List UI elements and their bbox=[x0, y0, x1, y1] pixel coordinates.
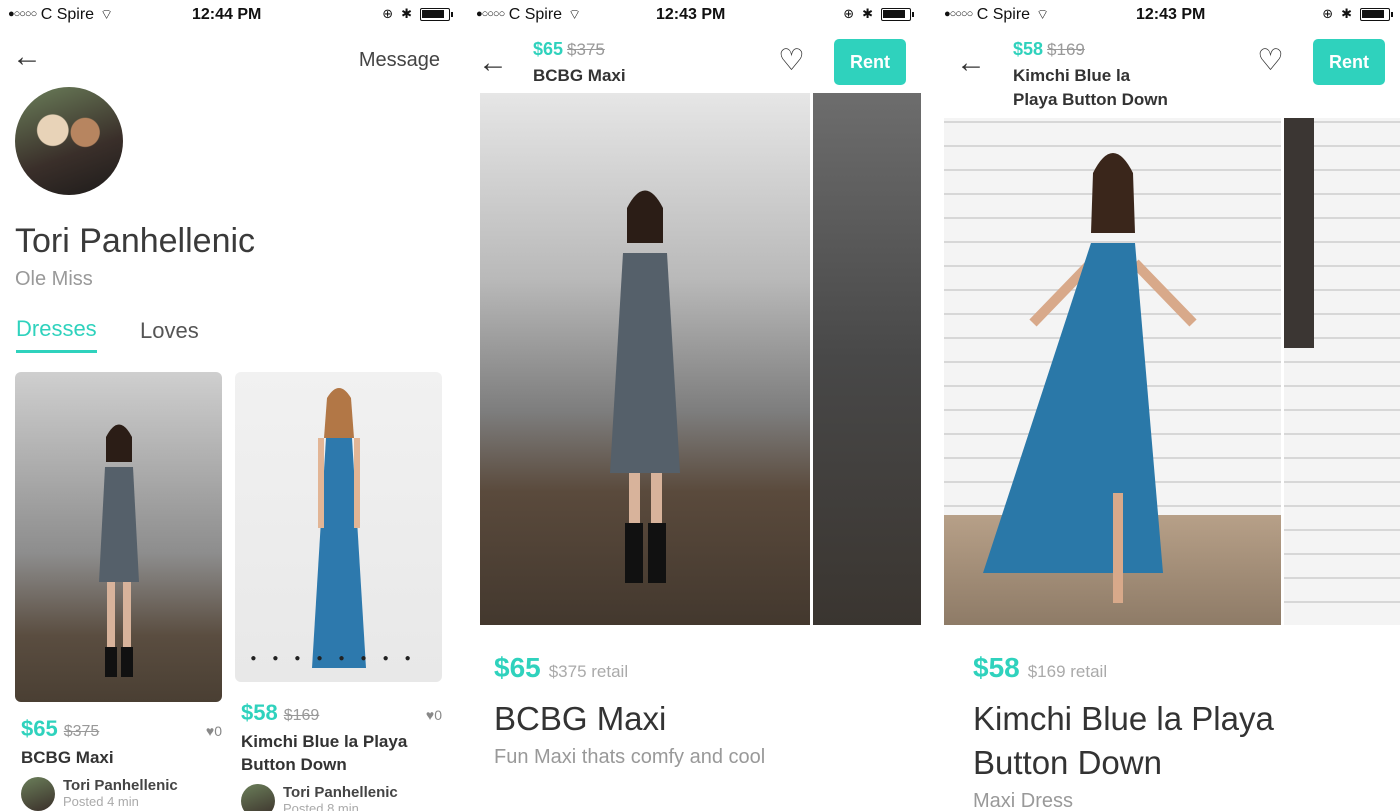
tab-dresses[interactable]: Dresses bbox=[16, 316, 97, 353]
card-title: Kimchi Blue la Playa Button Down bbox=[241, 732, 408, 774]
bluetooth-icon: ✱ bbox=[1341, 6, 1352, 21]
product-title: BCBG Maxi bbox=[494, 700, 667, 737]
back-arrow-icon[interactable]: ← bbox=[478, 48, 508, 78]
tab-loves[interactable]: Loves bbox=[140, 318, 199, 344]
card-price-now: $65 bbox=[21, 716, 58, 741]
card-price: $65 $375 ♥0 bbox=[15, 716, 222, 742]
product-photo[interactable] bbox=[480, 93, 810, 625]
rent-button[interactable]: Rent bbox=[834, 39, 906, 85]
avatar bbox=[241, 784, 275, 811]
profile-name: Tori Panhellenic bbox=[15, 222, 256, 260]
message-button[interactable]: Message bbox=[359, 49, 440, 72]
clock: 12:43 PM bbox=[1136, 6, 1206, 23]
signal-dots-icon: ●○○○○ bbox=[944, 8, 973, 20]
listing-photo[interactable]: ●●●●●●●● bbox=[235, 372, 442, 682]
avatar bbox=[21, 777, 55, 811]
product-title: Kimchi Blue la Playa Button Down bbox=[973, 700, 1274, 781]
product-screen: ●○○○○ C Spire ⌔ 12:43 PM ⊕ ✱ ← $58 $169 Kim… bbox=[936, 0, 1400, 811]
bluetooth-icon: ✱ bbox=[401, 6, 412, 21]
card-price-now: $58 bbox=[241, 700, 278, 725]
lock-rotation-icon: ⊕ bbox=[1322, 6, 1334, 21]
product-price: $65 $375 retail bbox=[494, 652, 629, 683]
product-screen: ●○○○○ C Spire ⌔ 12:43 PM ⊕ ✱ ← $65 $375 BCB… bbox=[468, 0, 921, 811]
owner-name: Tori Panhellenic bbox=[63, 777, 178, 794]
likes-count[interactable]: ♥0 bbox=[206, 723, 222, 739]
profile-screen: ●○○○○ C Spire ⌔ 12:44 PM ⊕ ✱ ← Message Tor… bbox=[0, 0, 460, 811]
next-photo-peek[interactable] bbox=[813, 93, 921, 625]
product-category: Maxi Dress bbox=[973, 790, 1074, 811]
wifi-icon: ⌔ bbox=[100, 6, 114, 22]
model-figure bbox=[311, 388, 366, 668]
profile-school: Ole Miss bbox=[15, 268, 93, 290]
carrier: ●○○○○ C Spire ⌔ bbox=[8, 6, 114, 23]
status-right: ⊕ ✱ bbox=[382, 6, 453, 22]
bluetooth-icon: ✱ bbox=[862, 6, 873, 21]
listing-card[interactable]: $65 $375 ♥0 BCBG Maxi Tori Panhellenic P… bbox=[15, 372, 222, 811]
signal-dots-icon: ●○○○○ bbox=[8, 8, 37, 20]
model-figure bbox=[610, 190, 680, 583]
card-owner: Tori Panhellenic Posted 8 min bbox=[235, 784, 442, 811]
back-arrow-icon[interactable]: ← bbox=[956, 48, 986, 78]
next-photo-peek[interactable] bbox=[1284, 118, 1400, 625]
header-price: $65 $375 bbox=[533, 39, 605, 59]
heart-icon[interactable]: ♡ bbox=[778, 46, 805, 76]
listing-photo[interactable] bbox=[15, 372, 222, 702]
model-figure bbox=[98, 424, 139, 677]
back-arrow-icon[interactable]: ← bbox=[12, 42, 42, 72]
product-photo[interactable] bbox=[944, 118, 1281, 625]
battery-icon bbox=[1360, 7, 1393, 21]
posted-time: Posted 4 min bbox=[63, 794, 139, 809]
battery-icon bbox=[420, 7, 453, 21]
model-figure bbox=[982, 153, 1197, 603]
status-bar: ●○○○○ C Spire ⌔ 12:43 PM ⊕ ✱ bbox=[468, 6, 921, 26]
carrier: ●○○○○ C Spire ⌔ bbox=[944, 6, 1050, 23]
lock-rotation-icon: ⊕ bbox=[382, 6, 394, 21]
card-owner: Tori Panhellenic Posted 4 min bbox=[15, 777, 222, 811]
header-title: Kimchi Blue la Playa Button Down bbox=[1013, 66, 1168, 109]
avatar bbox=[15, 87, 123, 195]
card-price: $58 $169 ♥0 bbox=[235, 700, 442, 726]
clock: 12:44 PM bbox=[192, 6, 262, 23]
product-price: $58 $169 retail bbox=[973, 652, 1108, 683]
listing-card[interactable]: ●●●●●●●● $58 $169 ♥0 Kimchi Blue la Play… bbox=[235, 372, 442, 811]
card-price-original: $169 bbox=[283, 707, 320, 724]
wifi-icon: ⌔ bbox=[1036, 6, 1050, 22]
likes-count[interactable]: ♥0 bbox=[426, 707, 442, 723]
wifi-icon: ⌔ bbox=[568, 6, 582, 22]
product-description: Fun Maxi thats comfy and cool bbox=[494, 746, 766, 768]
header-title: BCBG Maxi bbox=[533, 66, 626, 85]
card-title: BCBG Maxi bbox=[21, 748, 114, 767]
header-price: $58 $169 bbox=[1013, 39, 1085, 59]
carousel-dots[interactable]: ●●●●●●●● bbox=[235, 653, 442, 664]
heart-icon: ♥ bbox=[425, 707, 435, 723]
product-header: ← $58 $169 Kimchi Blue la Playa Button Dow… bbox=[936, 34, 1400, 114]
status-right: ⊕ ✱ bbox=[843, 6, 914, 22]
signal-dots-icon: ●○○○○ bbox=[476, 8, 505, 20]
status-bar: ●○○○○ C Spire ⌔ 12:43 PM ⊕ ✱ bbox=[936, 6, 1400, 26]
clock: 12:43 PM bbox=[656, 6, 726, 23]
carrier: ●○○○○ C Spire ⌔ bbox=[476, 6, 582, 23]
lock-rotation-icon: ⊕ bbox=[843, 6, 855, 21]
status-right: ⊕ ✱ bbox=[1322, 6, 1393, 22]
battery-icon bbox=[881, 7, 914, 21]
card-price-original: $375 bbox=[63, 723, 100, 740]
rent-button[interactable]: Rent bbox=[1313, 39, 1385, 85]
status-bar: ●○○○○ C Spire ⌔ 12:44 PM ⊕ ✱ bbox=[0, 6, 460, 26]
posted-time: Posted 8 min bbox=[283, 801, 359, 811]
heart-icon: ♥ bbox=[205, 723, 215, 739]
heart-icon[interactable]: ♡ bbox=[1257, 46, 1284, 76]
owner-name: Tori Panhellenic bbox=[283, 784, 398, 801]
